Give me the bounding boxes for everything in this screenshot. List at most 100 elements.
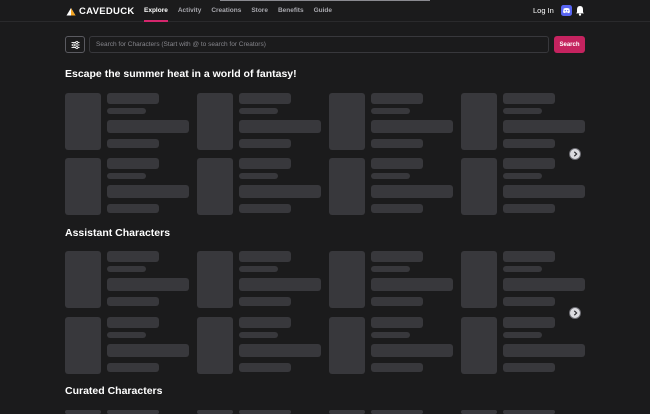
character-card-skeleton[interactable] — [461, 93, 586, 150]
character-card-skeleton[interactable] — [65, 251, 190, 308]
card-text-placeholder — [239, 266, 278, 272]
card-text-placeholder — [239, 344, 321, 357]
card-text-placeholder — [107, 332, 146, 338]
card-thumbnail-placeholder — [197, 410, 233, 414]
nav-guide[interactable]: Guide — [314, 0, 332, 22]
login-link[interactable]: Log In — [533, 6, 554, 15]
nav-benefits[interactable]: Benefits — [278, 0, 304, 22]
character-card-skeleton[interactable] — [197, 93, 322, 150]
discord-icon[interactable] — [561, 5, 572, 16]
card-text-placeholder — [371, 93, 423, 104]
card-text-placeholder — [503, 204, 555, 213]
card-text-placeholder — [503, 93, 555, 104]
card-text-placeholder — [371, 251, 423, 262]
card-text-placeholder — [107, 278, 189, 291]
card-text-placeholder — [107, 410, 159, 414]
character-card-skeleton[interactable] — [65, 158, 190, 215]
card-text-placeholder — [107, 251, 159, 262]
card-thumbnail-placeholder — [329, 93, 365, 150]
card-thumbnail-placeholder — [65, 251, 101, 308]
card-text-placeholder — [107, 93, 159, 104]
card-text-placeholder — [371, 108, 410, 114]
card-text-placeholder — [107, 139, 159, 148]
character-card-skeleton[interactable] — [197, 158, 322, 215]
search-input[interactable] — [89, 36, 549, 53]
nav-store[interactable]: Store — [251, 0, 268, 22]
card-text-placeholder — [239, 297, 291, 306]
card-text-placeholder — [107, 297, 159, 306]
card-text-placeholder — [371, 185, 453, 198]
card-text-placeholder — [107, 173, 146, 179]
card-text-placeholder — [503, 173, 542, 179]
card-text-placeholder — [107, 317, 159, 328]
character-card-skeleton[interactable] — [329, 93, 454, 150]
card-text-placeholder — [239, 185, 321, 198]
duck-logo-icon — [66, 7, 76, 15]
search-button[interactable]: Search — [554, 36, 585, 53]
card-text-placeholder — [239, 120, 321, 133]
character-card-skeleton[interactable] — [197, 317, 322, 374]
character-card-skeleton[interactable] — [65, 93, 190, 150]
card-text-placeholder — [239, 173, 278, 179]
card-text-placeholder — [503, 297, 555, 306]
card-thumbnail-placeholder — [65, 158, 101, 215]
card-text-placeholder — [239, 332, 278, 338]
card-text-placeholder — [107, 158, 159, 169]
card-text-placeholder — [371, 297, 423, 306]
card-thumbnail-placeholder — [329, 251, 365, 308]
card-text-placeholder — [239, 158, 291, 169]
card-text-placeholder — [371, 158, 423, 169]
logo-text: CAVEDUCK — [79, 5, 135, 17]
card-thumbnail-placeholder — [197, 251, 233, 308]
card-text-placeholder — [503, 139, 555, 148]
card-text-placeholder — [107, 204, 159, 213]
card-thumbnail-placeholder — [461, 93, 497, 150]
card-text-placeholder — [371, 317, 423, 328]
card-text-placeholder — [107, 108, 146, 114]
card-text-placeholder — [371, 278, 453, 291]
card-text-placeholder — [239, 410, 291, 414]
card-text-placeholder — [503, 278, 585, 291]
character-card-skeleton[interactable] — [461, 317, 586, 374]
card-text-placeholder — [239, 251, 291, 262]
card-thumbnail-placeholder — [461, 410, 497, 414]
card-text-placeholder — [239, 363, 291, 372]
card-thumbnail-placeholder — [197, 158, 233, 215]
carousel-next-button[interactable] — [569, 307, 581, 319]
card-text-placeholder — [107, 185, 189, 198]
card-thumbnail-placeholder — [197, 317, 233, 374]
card-text-placeholder — [371, 332, 410, 338]
caveduck-logo[interactable]: CAVEDUCK — [66, 5, 135, 17]
card-text-placeholder — [371, 204, 423, 213]
character-card-skeleton[interactable] — [461, 251, 586, 308]
card-text-placeholder — [107, 266, 146, 272]
section-title-curated: Curated Characters — [65, 385, 163, 397]
card-thumbnail-placeholder — [65, 93, 101, 150]
card-text-placeholder — [371, 344, 453, 357]
section-title-assistant: Assistant Characters — [65, 227, 171, 239]
card-text-placeholder — [107, 120, 189, 133]
card-text-placeholder — [239, 93, 291, 104]
card-thumbnail-placeholder — [329, 158, 365, 215]
card-text-placeholder — [503, 317, 555, 328]
character-card-skeleton[interactable] — [65, 317, 190, 374]
card-text-placeholder — [371, 139, 423, 148]
carousel-next-button[interactable] — [569, 148, 581, 160]
nav-activity[interactable]: Activity — [178, 0, 201, 22]
character-card-skeleton[interactable] — [329, 251, 454, 308]
bell-icon[interactable] — [575, 5, 585, 16]
card-text-placeholder — [503, 363, 555, 372]
nav-explore[interactable]: Explore — [144, 0, 168, 22]
card-text-placeholder — [503, 344, 585, 357]
card-text-placeholder — [371, 266, 410, 272]
filter-button[interactable] — [65, 36, 85, 53]
card-text-placeholder — [239, 278, 321, 291]
character-card-skeleton[interactable] — [197, 251, 322, 308]
character-card-skeleton[interactable] — [329, 158, 454, 215]
card-text-placeholder — [503, 158, 555, 169]
nav-creations[interactable]: Creations — [211, 0, 241, 22]
card-text-placeholder — [503, 410, 555, 414]
card-thumbnail-placeholder — [461, 317, 497, 374]
character-card-skeleton[interactable] — [461, 158, 586, 215]
character-card-skeleton[interactable] — [329, 317, 454, 374]
